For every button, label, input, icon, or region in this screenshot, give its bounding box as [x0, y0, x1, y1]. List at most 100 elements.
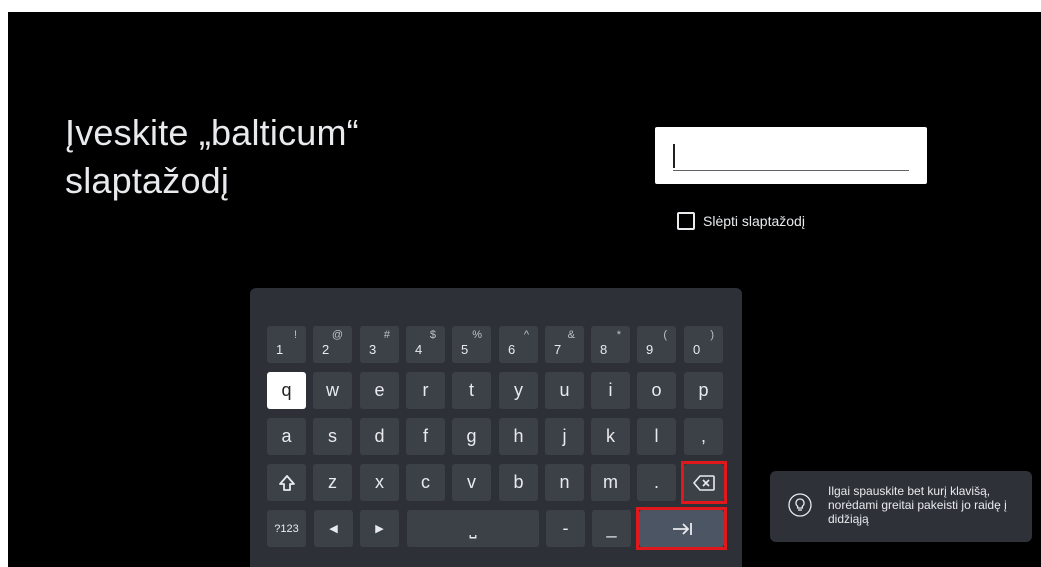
left-arrow-icon: ◀	[329, 523, 338, 535]
cursor-right-key[interactable]: ▶	[360, 510, 399, 547]
key-label: g	[466, 426, 477, 446]
key-h[interactable]: h	[499, 418, 538, 455]
key-k[interactable]: k	[591, 418, 630, 455]
key-5[interactable]: 5%	[452, 326, 491, 363]
key-7[interactable]: 7 &	[545, 326, 584, 363]
onscreen-keyboard: 1! 2 @3 #4 $5% 6 ^ 7 & 8 * 9(0) qwertyuiop asdfghjk…	[250, 288, 742, 567]
key-9[interactable]: 9(	[637, 326, 676, 363]
key-label: a	[281, 426, 292, 446]
tip-text: Ilgai spauskite bet kurį klavišą, norėda…	[828, 484, 1007, 526]
key-alt-label: $	[429, 329, 436, 341]
key-v[interactable]: v	[452, 464, 491, 501]
key-label: 2	[322, 342, 330, 357]
key-label: v	[467, 472, 476, 492]
key-w[interactable]: w	[313, 372, 352, 409]
key-label: h	[513, 426, 524, 446]
hide-password-checkbox[interactable]	[677, 212, 695, 230]
key-label: l	[654, 426, 659, 446]
key-label: e	[374, 380, 385, 400]
key-z[interactable]: z	[313, 464, 352, 501]
key-label: .	[653, 472, 659, 492]
shift-key[interactable]	[267, 464, 306, 501]
key-p[interactable]: p	[684, 372, 723, 409]
key-m[interactable]: m	[591, 464, 630, 501]
password-field[interactable]	[655, 127, 927, 184]
dash-key-label: -	[562, 518, 569, 538]
key-alt-label: &	[567, 329, 575, 341]
key-t[interactable]: t	[452, 372, 491, 409]
key-x[interactable]: x	[360, 464, 399, 501]
key-label: 5	[461, 342, 469, 357]
key-label: 1	[276, 342, 284, 357]
key-alt-label: @	[331, 329, 343, 341]
underscore-key[interactable]: _	[592, 510, 631, 547]
key-label: c	[421, 472, 430, 492]
key-0[interactable]: 0)	[684, 326, 723, 363]
hide-password-label: Slėpti slaptažodį	[703, 213, 805, 229]
key-label: i	[608, 380, 613, 400]
key-label: 3	[369, 342, 377, 357]
key-3[interactable]: 3 #	[360, 326, 399, 363]
key-e[interactable]: e	[360, 372, 399, 409]
key-alt-label: ^	[523, 329, 529, 341]
key-label: s	[328, 426, 337, 446]
key-label: u	[559, 380, 570, 400]
key-label: w	[326, 380, 339, 400]
key-l[interactable]: l	[637, 418, 676, 455]
key-1[interactable]: 1!	[267, 326, 306, 363]
key-alt-label: !	[293, 329, 297, 341]
lightbulb-icon	[788, 493, 812, 517]
key-label: 4	[415, 342, 423, 357]
key-q[interactable]: q	[267, 372, 306, 409]
key-g[interactable]: g	[452, 418, 491, 455]
key-n[interactable]: n	[545, 464, 584, 501]
next-key[interactable]	[639, 510, 724, 547]
key-c[interactable]: c	[406, 464, 445, 501]
key-period[interactable]: .	[637, 464, 676, 501]
tip-card: Ilgai spauskite bet kurį klavišą, norėda…	[770, 471, 1032, 542]
backspace-icon	[693, 474, 715, 491]
key-a[interactable]: a	[267, 418, 306, 455]
key-4[interactable]: 4 $	[406, 326, 445, 363]
cursor-left-key[interactable]: ◀	[314, 510, 353, 547]
space-icon: ⎵	[469, 518, 477, 538]
key-u[interactable]: u	[545, 372, 584, 409]
key-label: y	[514, 380, 523, 400]
key-j[interactable]: j	[545, 418, 584, 455]
key-r[interactable]: r	[406, 372, 445, 409]
key-d[interactable]: d	[360, 418, 399, 455]
key-i[interactable]: i	[591, 372, 630, 409]
title-line-2: slaptažodį	[65, 160, 230, 201]
key-label: z	[328, 472, 337, 492]
key-y[interactable]: y	[499, 372, 538, 409]
key-alt-label: (	[663, 329, 667, 341]
shift-icon	[278, 474, 295, 491]
key-label: b	[513, 472, 524, 492]
hide-password-toggle[interactable]: Slėpti slaptažodį	[677, 212, 805, 230]
key-label: q	[281, 380, 292, 400]
tv-screen: Įveskite „balticum“ slaptažodį Slėpti sl…	[8, 12, 1041, 567]
key-b[interactable]: b	[499, 464, 538, 501]
key-label: 7	[554, 342, 562, 357]
underscore-key-label: _	[606, 518, 617, 538]
key-label: 8	[600, 342, 608, 357]
symbols-key[interactable]: ?123	[267, 510, 306, 547]
key-label: j	[562, 426, 567, 446]
key-f[interactable]: f	[406, 418, 445, 455]
key-2[interactable]: 2 @	[313, 326, 352, 363]
key-comma[interactable]: ,	[684, 418, 723, 455]
key-label: x	[375, 472, 384, 492]
key-o[interactable]: o	[637, 372, 676, 409]
text-cursor	[673, 144, 675, 168]
backspace-key[interactable]	[684, 464, 724, 501]
key-label: n	[559, 472, 570, 492]
symbols-key-label: ?123	[274, 522, 299, 535]
key-6[interactable]: 6 ^	[499, 326, 538, 363]
key-s[interactable]: s	[313, 418, 352, 455]
dash-key[interactable]: -	[546, 510, 585, 547]
key-8[interactable]: 8 *	[591, 326, 630, 363]
right-arrow-icon: ▶	[375, 523, 384, 535]
key-label: 0	[693, 342, 701, 357]
space-key[interactable]: ⎵	[407, 510, 539, 547]
tab-icon	[672, 522, 692, 535]
